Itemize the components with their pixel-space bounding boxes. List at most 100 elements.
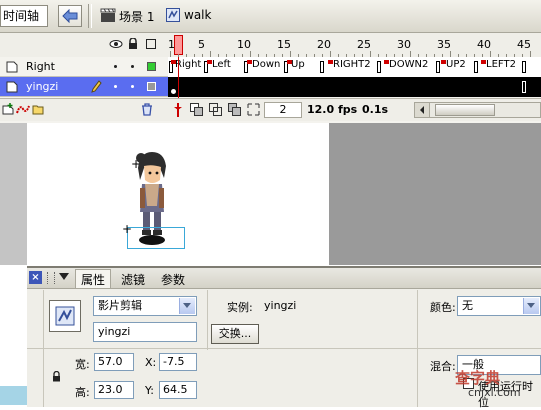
center-frame-icon[interactable] <box>173 103 183 117</box>
instance-name-input[interactable]: yingzi <box>93 322 197 342</box>
chevron-down-icon <box>523 298 539 314</box>
properties-titlebar: × 属性 滤镜 参数 <box>27 268 541 289</box>
instance-value: yingzi <box>264 299 297 312</box>
selection-bounding-box <box>127 227 185 249</box>
onion-skin-outlines-icon[interactable] <box>209 103 222 116</box>
collapse-triangle-icon[interactable] <box>59 273 69 280</box>
color-label: 颜色: <box>430 301 456 314</box>
x-input[interactable]: -7.5 <box>159 353 197 371</box>
visibility-dot[interactable] <box>114 85 117 88</box>
timeline-header: 1 5 10 15 20 25 30 35 40 45 <box>0 33 541 58</box>
frame-number: 5 <box>198 38 205 51</box>
frame-label: Up <box>291 59 305 70</box>
frame-number: 35 <box>437 38 451 51</box>
timeline-horizontal-scrollbar[interactable] <box>414 102 541 118</box>
layer-row-yingzi[interactable]: yingzi <box>0 77 168 97</box>
keyframe[interactable] <box>320 61 324 73</box>
movieclip-symbol-icon <box>49 300 81 332</box>
insert-layer-icon[interactable] <box>2 103 14 115</box>
onion-skin-icon[interactable] <box>190 103 203 116</box>
height-label: 高: <box>75 386 90 399</box>
symbol-type-select[interactable]: 影片剪辑 <box>93 296 197 316</box>
divider <box>43 290 44 407</box>
frame-number: 25 <box>357 38 371 51</box>
frame-number: 15 <box>277 38 291 51</box>
frame-rate-field[interactable]: 12.0 fps <box>307 102 359 118</box>
frame-number: 45 <box>517 38 531 51</box>
frames-row-right[interactable]: Right Left Down Up RIGHT2 DOWN2 UP2 LEFT… <box>168 57 541 78</box>
frame-label: Left <box>212 59 231 70</box>
color-effect-value: 无 <box>462 299 473 312</box>
layer-row-right[interactable]: Right <box>0 57 168 77</box>
instance-label: 实例: <box>227 301 253 314</box>
lock-dot[interactable] <box>131 65 134 68</box>
frame-label: RIGHT2 <box>333 59 371 70</box>
movieclip-symbol-icon <box>166 8 180 22</box>
workspace-left-strip <box>0 123 27 265</box>
y-input[interactable]: 64.5 <box>159 381 197 399</box>
scene-clapper-icon <box>100 8 116 22</box>
insert-folder-icon[interactable] <box>32 103 44 115</box>
frames-row-yingzi[interactable] <box>168 77 541 97</box>
outline-toggle-icon[interactable] <box>146 39 156 49</box>
keyframe-dot[interactable] <box>171 89 176 94</box>
height-input[interactable]: 23.0 <box>94 381 134 399</box>
watermark-logo: 查字典 <box>455 369 501 387</box>
lock-dot[interactable] <box>131 85 134 88</box>
layer-outline-color-swatch[interactable] <box>147 62 156 71</box>
constrain-proportions-lock-icon[interactable] <box>52 371 61 382</box>
timeline-toggle-button[interactable]: 时间轴 <box>0 5 48 27</box>
motion-guide-icon[interactable] <box>16 103 30 115</box>
elapsed-time-field: 0.1s <box>362 103 389 116</box>
toolbar-separator <box>88 4 92 28</box>
width-label: 宽: <box>75 358 90 371</box>
end-frame-marker <box>522 81 526 93</box>
frame-label: Down <box>252 59 281 70</box>
keyframe[interactable] <box>377 61 381 73</box>
scroll-thumb[interactable] <box>435 104 495 116</box>
trash-icon[interactable] <box>141 103 153 116</box>
eye-icon[interactable] <box>109 38 123 50</box>
symbol-type-value: 影片剪辑 <box>98 299 142 312</box>
tab-filters[interactable]: 滤镜 <box>117 271 149 288</box>
playhead[interactable] <box>174 35 183 55</box>
keyframe[interactable] <box>522 61 526 73</box>
x-label: X: <box>145 356 157 369</box>
watermark-url: cnjxl.com <box>468 386 521 399</box>
symbol-breadcrumb[interactable]: walk <box>184 8 211 22</box>
layer-outline-color-swatch[interactable] <box>147 82 156 91</box>
blend-label: 混合: <box>430 360 456 373</box>
frame-label: DOWN2 <box>389 59 429 70</box>
timeline-status-bar: 2 12.0 fps 0.1s <box>0 98 541 121</box>
frame-number: 20 <box>317 38 331 51</box>
width-input[interactable]: 57.0 <box>94 353 134 371</box>
tab-parameters[interactable]: 参数 <box>157 271 189 288</box>
keyframe[interactable] <box>436 61 440 73</box>
modify-onion-markers-icon[interactable] <box>247 103 260 116</box>
scroll-left-button[interactable] <box>415 103 430 117</box>
frame-label: UP2 <box>446 59 466 70</box>
chevron-left-icon <box>420 106 424 114</box>
keyframe[interactable] <box>474 61 478 73</box>
grip-icon[interactable] <box>47 272 55 284</box>
divider <box>27 348 541 349</box>
swap-button[interactable]: 交换... <box>211 324 259 344</box>
scene-breadcrumb[interactable]: 场景 1 <box>119 8 154 25</box>
divider <box>207 290 208 350</box>
layer-page-icon <box>6 81 18 93</box>
tab-properties[interactable]: 属性 <box>75 269 112 288</box>
color-effect-select[interactable]: 无 <box>457 296 541 316</box>
playhead-line <box>178 57 179 98</box>
lock-icon[interactable] <box>128 38 138 50</box>
pencil-icon <box>91 80 102 93</box>
registration-point-icon: + <box>122 222 133 236</box>
close-icon[interactable]: × <box>29 271 42 284</box>
current-frame-field[interactable]: 2 <box>264 102 302 118</box>
frame-number: 10 <box>237 38 251 51</box>
edit-multiple-frames-icon[interactable] <box>228 103 241 116</box>
edit-bar: 时间轴 场景 1 walk <box>0 0 541 33</box>
visibility-dot[interactable] <box>114 65 117 68</box>
back-arrow-icon <box>62 9 78 23</box>
back-button[interactable] <box>58 5 82 27</box>
timeline-panel: 1 5 10 15 20 25 30 35 40 45 Right yingzi… <box>0 33 541 123</box>
